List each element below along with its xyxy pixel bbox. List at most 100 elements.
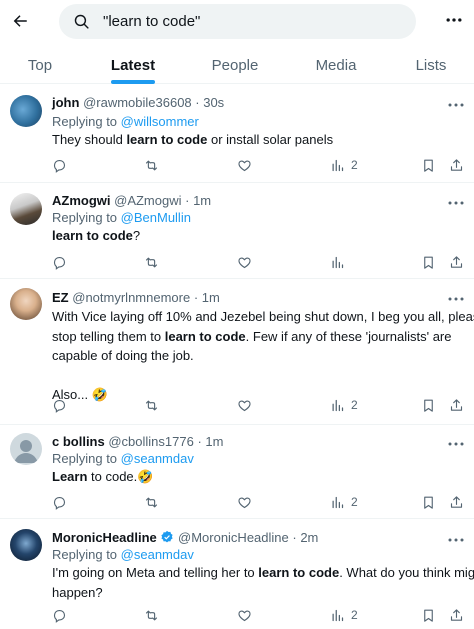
- heart-icon: [238, 256, 251, 268]
- text-segment: They should: [52, 132, 127, 147]
- tab-people[interactable]: People: [195, 46, 275, 84]
- replying-prefix: Replying to: [52, 451, 121, 466]
- display-name[interactable]: AZmogwi: [52, 193, 111, 208]
- tweet[interactable]: c bollins @cbollins1776 · 1m Replying to…: [0, 425, 474, 519]
- share-icon: [450, 255, 463, 268]
- timestamp[interactable]: · 1m: [185, 193, 211, 208]
- text-line: With Vice laying off 10% and Jezebel bei…: [52, 307, 474, 327]
- repost-icon: [145, 400, 158, 410]
- like-button[interactable]: [237, 606, 252, 624]
- tweet-more-icon[interactable]: [448, 197, 464, 209]
- like-button[interactable]: [237, 396, 252, 414]
- more-options-button[interactable]: [444, 10, 464, 30]
- share-button[interactable]: [449, 493, 464, 511]
- display-name[interactable]: john: [52, 95, 79, 110]
- avatar[interactable]: [10, 433, 42, 465]
- mention-link[interactable]: @seanmdav: [121, 451, 194, 466]
- user-handle[interactable]: @cbollins1776: [108, 434, 193, 449]
- bookmark-button[interactable]: [421, 253, 436, 271]
- reply-icon: [53, 159, 66, 173]
- tab-latest[interactable]: Latest: [93, 46, 173, 84]
- timestamp[interactable]: · 2m: [292, 530, 318, 545]
- avatar[interactable]: [10, 95, 42, 127]
- avatar[interactable]: [10, 288, 42, 320]
- highlighted-term: learn to code: [52, 228, 133, 243]
- heart-icon: [238, 609, 251, 621]
- analytics-icon: [332, 256, 344, 268]
- display-name[interactable]: EZ: [52, 290, 69, 305]
- tweet[interactable]: EZ @notmyrlnmnemore · 1m With Vice layin…: [0, 279, 474, 425]
- bookmark-button[interactable]: [421, 493, 436, 511]
- view-count: 2: [351, 158, 358, 172]
- tweet[interactable]: john @rawmobile36608 · 30s Replying to @…: [0, 85, 474, 183]
- replying-to: Replying to @willsommer: [52, 114, 199, 129]
- bookmark-button[interactable]: [421, 606, 436, 624]
- text-line: [52, 366, 464, 386]
- default-avatar-icon: [14, 440, 38, 463]
- user-handle[interactable]: @notmyrlnmnemore: [72, 290, 190, 305]
- tab-label: Top: [27, 56, 53, 74]
- user-handle[interactable]: @AZmogwi: [114, 193, 181, 208]
- reply-button[interactable]: [52, 253, 67, 271]
- views-button[interactable]: 2: [330, 606, 358, 624]
- display-name[interactable]: MoronicHeadline: [52, 530, 157, 545]
- tab-lists[interactable]: Lists: [396, 46, 466, 84]
- repost-button[interactable]: [144, 253, 159, 271]
- tweet-more-icon[interactable]: [448, 534, 464, 546]
- reply-button[interactable]: [52, 606, 67, 624]
- views-button[interactable]: 2: [330, 493, 358, 511]
- reply-button[interactable]: [52, 156, 67, 174]
- user-handle[interactable]: @rawmobile36608: [83, 95, 192, 110]
- repost-button[interactable]: [144, 493, 159, 511]
- mention-link[interactable]: @seanmdav: [121, 547, 194, 562]
- bookmark-button[interactable]: [421, 156, 436, 174]
- views-button[interactable]: 2: [330, 396, 358, 414]
- share-button[interactable]: [449, 156, 464, 174]
- back-button[interactable]: [10, 11, 30, 31]
- tab-media[interactable]: Media: [296, 46, 376, 84]
- reply-button[interactable]: [52, 493, 67, 511]
- bookmark-icon: [424, 399, 433, 412]
- timestamp[interactable]: · 30s: [195, 95, 224, 110]
- mention-link[interactable]: @willsommer: [121, 114, 199, 129]
- share-button[interactable]: [449, 396, 464, 414]
- text-segment: . Few if any of these 'journalists' are: [245, 328, 452, 344]
- tweet[interactable]: AZmogwi @AZmogwi · 1m Replying to @BenMu…: [0, 183, 474, 279]
- search-box[interactable]: [59, 4, 416, 39]
- tweet[interactable]: MoronicHeadline @MoronicHeadline · 2m Re…: [0, 519, 474, 629]
- tweet-more-icon[interactable]: [448, 438, 464, 450]
- user-handle[interactable]: @MoronicHeadline: [178, 530, 289, 545]
- views-button[interactable]: 2: [330, 156, 358, 174]
- avatar[interactable]: [10, 193, 42, 225]
- repost-button[interactable]: [144, 606, 159, 624]
- tweet-more-icon[interactable]: [448, 293, 464, 305]
- text-segment: stop telling them to: [52, 328, 165, 344]
- like-button[interactable]: [237, 253, 252, 271]
- like-button[interactable]: [237, 156, 252, 174]
- tweet-text: They should learn to code or install sol…: [52, 130, 464, 150]
- mention-link[interactable]: @BenMullin: [121, 210, 191, 225]
- views-button[interactable]: [330, 253, 351, 271]
- timestamp[interactable]: · 1m: [194, 290, 220, 305]
- share-button[interactable]: [449, 606, 464, 624]
- tab-label: People: [211, 56, 259, 74]
- tab-top[interactable]: Top: [10, 46, 70, 84]
- repost-button[interactable]: [144, 396, 159, 414]
- like-button[interactable]: [237, 493, 252, 511]
- share-button[interactable]: [449, 253, 464, 271]
- bookmark-icon: [424, 496, 433, 509]
- tweet-more-icon[interactable]: [448, 99, 464, 111]
- share-icon: [450, 495, 463, 508]
- repost-button[interactable]: [144, 156, 159, 174]
- display-name[interactable]: c bollins: [52, 434, 105, 449]
- bookmark-button[interactable]: [421, 396, 436, 414]
- timestamp[interactable]: · 1m: [197, 434, 223, 449]
- avatar[interactable]: [10, 529, 42, 561]
- tweet-actions: 2: [52, 156, 464, 174]
- tweet-text: With Vice laying off 10% and Jezebel bei…: [52, 307, 474, 405]
- search-input[interactable]: [103, 4, 403, 39]
- reply-button[interactable]: [52, 396, 67, 414]
- text-segment: . What do you think might: [339, 565, 474, 580]
- reply-icon: [53, 399, 66, 413]
- heart-icon: [238, 399, 251, 411]
